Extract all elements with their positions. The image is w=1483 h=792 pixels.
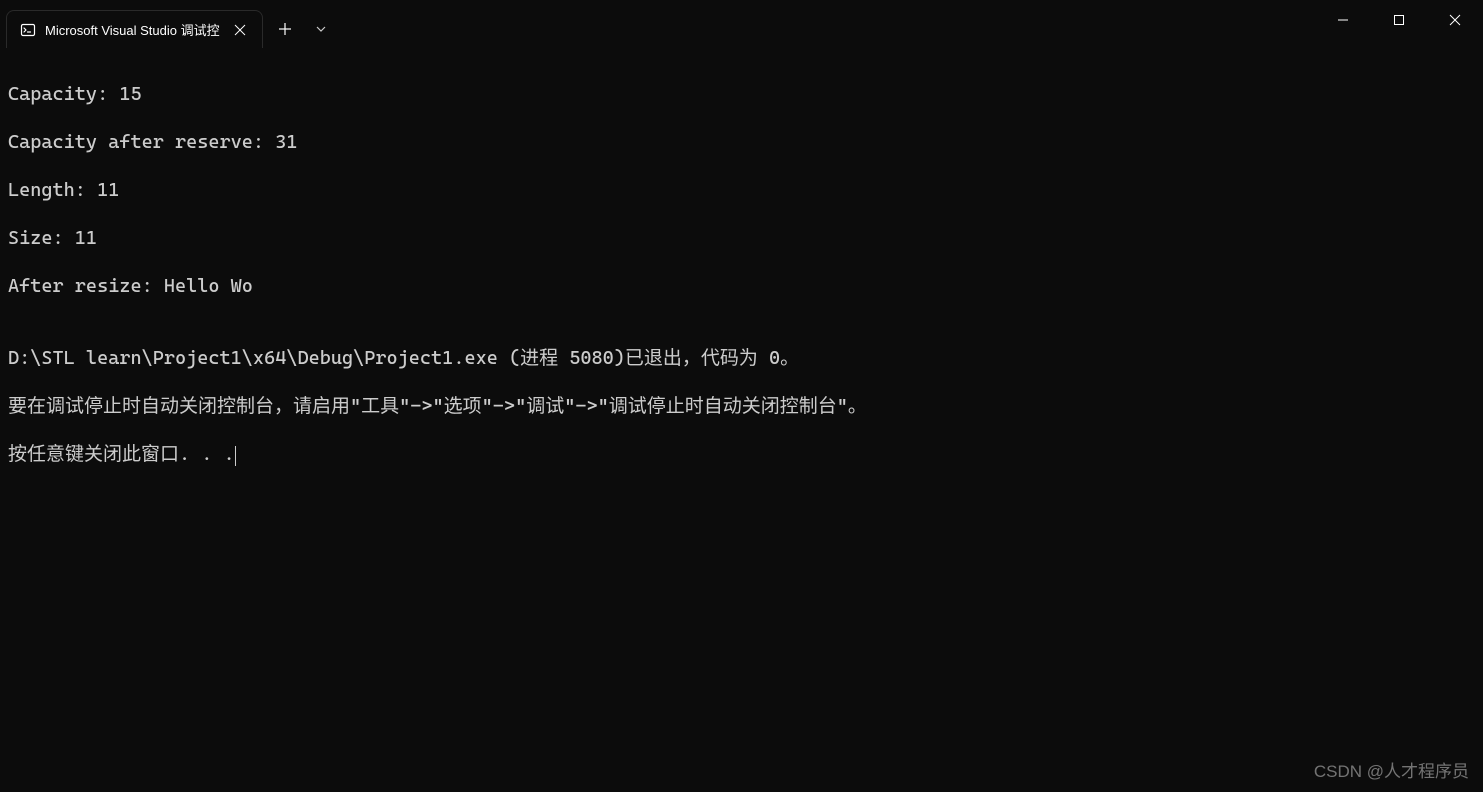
close-button[interactable] — [1427, 0, 1483, 40]
watermark: CSDN @人才程序员 — [1314, 757, 1469, 782]
console-output[interactable]: Capacity: 15 Capacity after reserve: 31 … — [0, 48, 1483, 500]
text-cursor — [235, 446, 236, 466]
output-line: Capacity after reserve: 31 — [8, 130, 1475, 154]
output-text: 按任意键关闭此窗口. . . — [8, 443, 235, 465]
maximize-button[interactable] — [1371, 0, 1427, 40]
output-line-with-cursor: 按任意键关闭此窗口. . . — [8, 442, 1475, 466]
tab-debug-console[interactable]: Microsoft Visual Studio 调试控 — [6, 10, 263, 48]
tab-close-button[interactable] — [230, 20, 250, 40]
output-line: Capacity: 15 — [8, 82, 1475, 106]
tab-strip: Microsoft Visual Studio 调试控 — [0, 0, 339, 48]
new-tab-button[interactable] — [267, 10, 303, 48]
minimize-button[interactable] — [1315, 0, 1371, 40]
output-line: D:\STL learn\Project1\x64\Debug\Project1… — [8, 346, 1475, 370]
output-line: After resize: Hello Wo — [8, 274, 1475, 298]
titlebar: Microsoft Visual Studio 调试控 — [0, 0, 1483, 48]
tab-title: Microsoft Visual Studio 调试控 — [45, 20, 220, 39]
output-line: Length: 11 — [8, 178, 1475, 202]
output-line: Size: 11 — [8, 226, 1475, 250]
window-controls — [1315, 0, 1483, 48]
tab-dropdown-button[interactable] — [303, 10, 339, 48]
terminal-icon — [19, 21, 37, 39]
output-line: 要在调试停止时自动关闭控制台，请启用"工具"->"选项"->"调试"->"调试停… — [8, 394, 1475, 418]
